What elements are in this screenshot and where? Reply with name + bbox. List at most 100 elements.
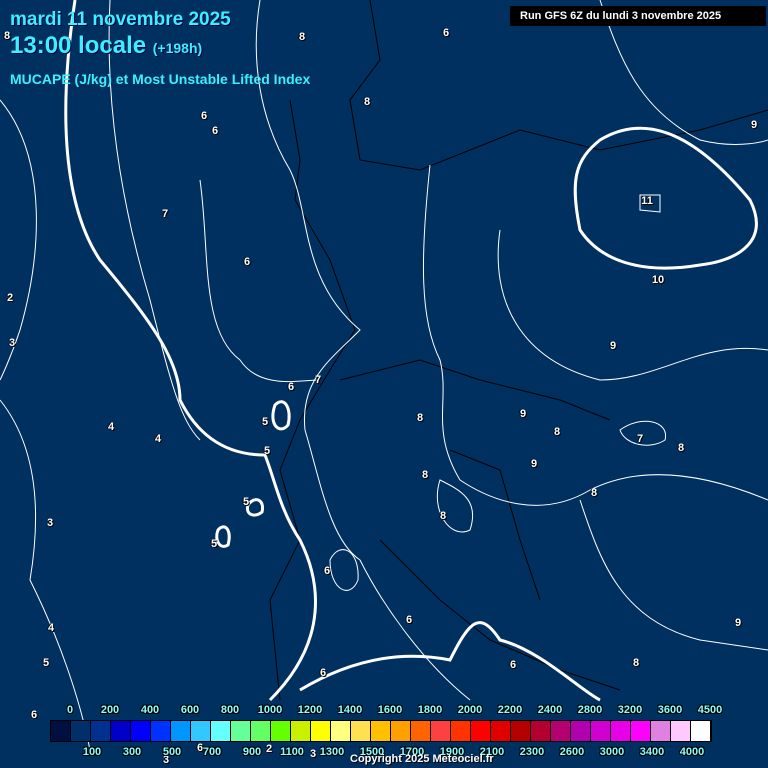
contour-label: 2: [265, 743, 273, 755]
contour-label: 8: [677, 442, 685, 454]
contour-label: 6: [442, 27, 450, 39]
scale-swatch: [71, 721, 91, 741]
contour-label: 6: [287, 381, 295, 393]
thin-contours: [0, 0, 768, 751]
scale-swatch: [371, 721, 391, 741]
contour-label: 6: [30, 709, 38, 721]
scale-swatch: [151, 721, 171, 741]
scale-swatch: [51, 721, 71, 741]
scale-label: 3600: [657, 704, 683, 716]
scale-label: 1200: [297, 704, 323, 716]
scale-swatch: [351, 721, 371, 741]
scale-swatch: [431, 721, 451, 741]
contour-label: 3: [8, 337, 16, 349]
scale-label: 3200: [617, 704, 643, 716]
contour-label: 8: [553, 426, 561, 438]
forecast-time: 13:00 locale (+198h): [10, 32, 202, 60]
contour-label: 2: [6, 292, 14, 304]
contour-label: 9: [609, 340, 617, 352]
scale-label: 4000: [679, 746, 705, 758]
scale-swatch: [131, 721, 151, 741]
scale-label: 800: [220, 704, 240, 716]
scale-swatch: [311, 721, 331, 741]
scale-label: 2400: [537, 704, 563, 716]
lead-time: (+198h): [152, 40, 203, 56]
local-time: 13:00 locale: [10, 32, 147, 59]
contour-label: 3: [46, 517, 54, 529]
contour-label: 8: [416, 412, 424, 424]
scale-label: 2600: [559, 746, 585, 758]
scale-swatch: [211, 721, 231, 741]
contour-label: 3: [309, 748, 317, 760]
contour-label: 5: [261, 416, 269, 428]
contour-label: 9: [519, 408, 527, 420]
contour-label: 5: [210, 538, 218, 550]
contour-label: 8: [421, 469, 429, 481]
scale-swatch: [231, 721, 251, 741]
scale-label: 2800: [577, 704, 603, 716]
scale-swatch: [411, 721, 431, 741]
scale-label: 700: [202, 746, 222, 758]
scale-label: 200: [100, 704, 120, 716]
scale-swatch: [491, 721, 511, 741]
contour-layer: [0, 0, 768, 751]
contour-label: 10: [651, 274, 665, 286]
scale-swatch: [291, 721, 311, 741]
scale-swatch: [471, 721, 491, 741]
scale-label: 1100: [280, 746, 304, 758]
scale-swatch: [651, 721, 671, 741]
scale-swatch: [691, 721, 711, 741]
scale-label: 400: [140, 704, 160, 716]
scale-label: 0: [66, 704, 74, 716]
scale-swatch: [111, 721, 131, 741]
contour-label: 5: [242, 496, 250, 508]
contour-label: 6: [319, 667, 327, 679]
scale-label: 2300: [519, 746, 545, 758]
run-info: Run GFS 6Z du lundi 3 novembre 2025: [510, 6, 766, 26]
contour-label: 4: [47, 622, 55, 634]
contour-label: 9: [750, 119, 758, 131]
contour-label: 5: [42, 657, 50, 669]
weather-map: 8 6 8 6 6 7 6 2 3 6 7 5 5 4 4 5 5 3 6 8 …: [0, 0, 768, 768]
scale-label: 2200: [497, 704, 523, 716]
scale-label: 900: [242, 746, 262, 758]
scale-swatch: [331, 721, 351, 741]
scale-swatch: [591, 721, 611, 741]
contour-label: 6: [323, 565, 331, 577]
forecast-date: mardi 11 novembre 2025: [10, 9, 231, 30]
scale-swatch: [251, 721, 271, 741]
contour-label: 6: [509, 659, 517, 671]
contour-label: 6: [405, 614, 413, 626]
parameter-title: MUCAPE (J/kg) et Most Unstable Lifted In…: [10, 71, 311, 87]
scale-swatch: [511, 721, 531, 741]
contour-label: 6: [200, 110, 208, 122]
contour-label: 5: [263, 445, 271, 457]
contour-label: 4: [154, 433, 162, 445]
contour-label: 8: [439, 510, 447, 522]
scale-label: 2000: [457, 704, 483, 716]
scale-label: 3000: [599, 746, 625, 758]
coastlines: [269, 0, 768, 701]
contour-label: 11: [641, 195, 653, 207]
scale-label: 600: [180, 704, 200, 716]
scale-label: 100: [82, 746, 102, 758]
scale-swatch: [631, 721, 651, 741]
scale-label: 1000: [257, 704, 283, 716]
contour-label: 8: [298, 31, 306, 43]
contour-label: 9: [530, 458, 538, 470]
scale-swatch: [91, 721, 111, 741]
scale-swatch: [671, 721, 691, 741]
scale-swatch: [271, 721, 291, 741]
scale-label: 1400: [337, 704, 363, 716]
contour-label: 8: [363, 96, 371, 108]
scale-swatch: [611, 721, 631, 741]
scale-label: 300: [122, 746, 142, 758]
contour-label: 7: [161, 208, 169, 220]
scale-swatch: [531, 721, 551, 741]
contour-label: 7: [636, 433, 644, 445]
scale-label: 1300: [319, 746, 345, 758]
scale-label: 3400: [639, 746, 665, 758]
contour-label: 4: [107, 421, 115, 433]
scale-label: 1600: [377, 704, 403, 716]
scale-swatch: [551, 721, 571, 741]
